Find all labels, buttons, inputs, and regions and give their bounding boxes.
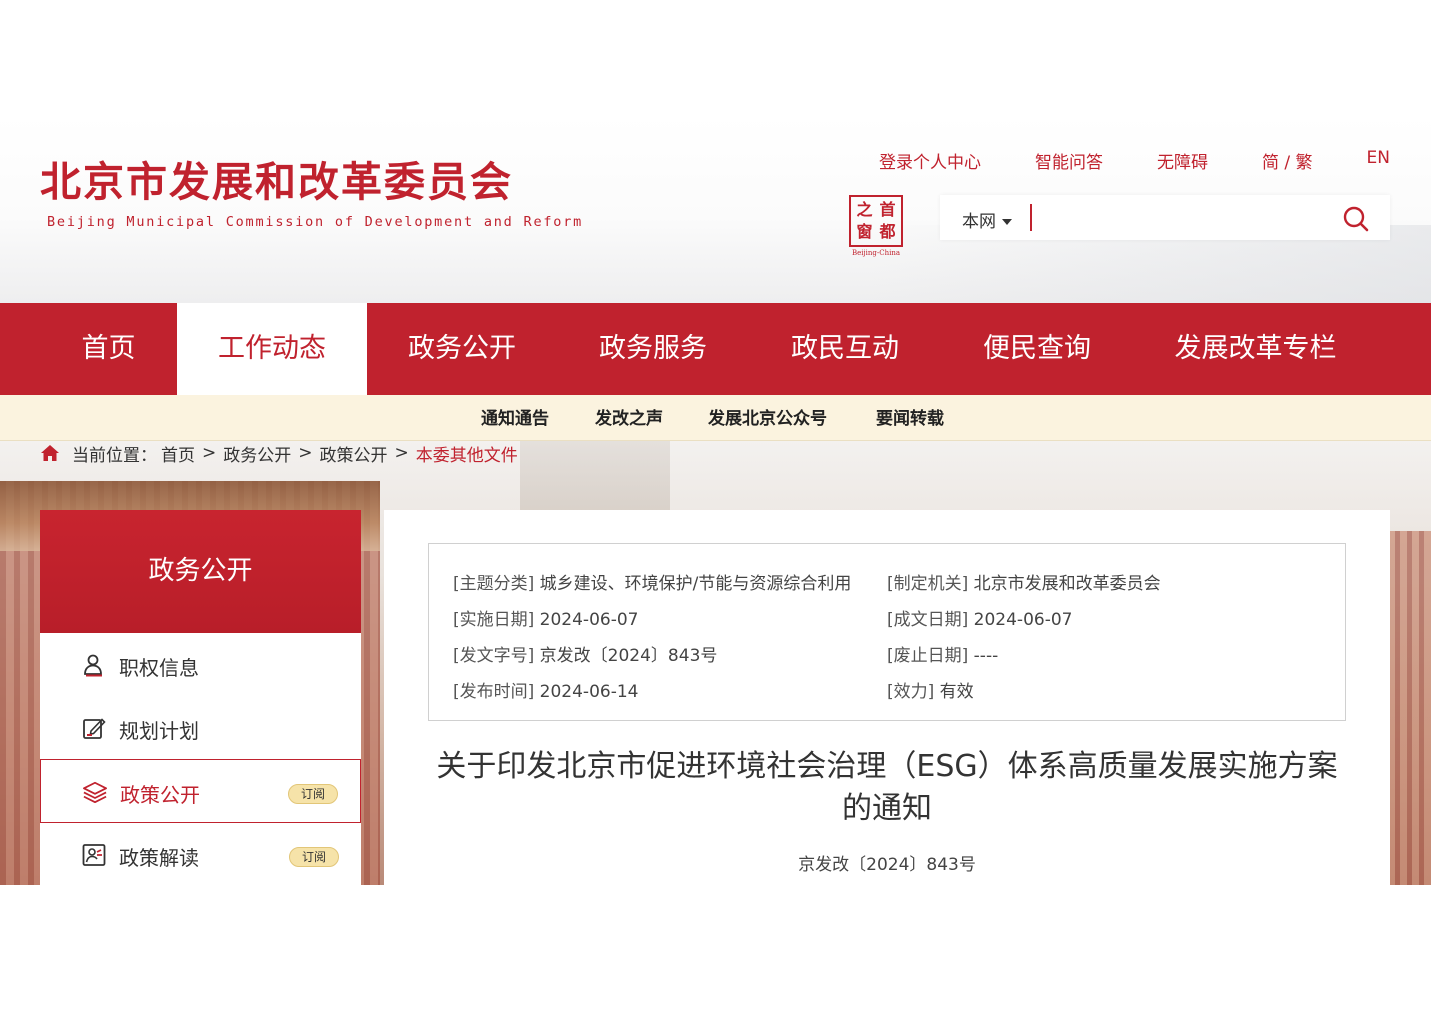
smart-qa-link[interactable]: 智能问答 [1035, 148, 1103, 173]
meta-effective-date: [实施日期] 2024-06-07 [453, 605, 638, 630]
sidebar-item-authority-info[interactable]: 职权信息 [40, 633, 361, 697]
document-meta-box: [主题分类] 城乡建设、环境保护/节能与资源综合利用 [制定机关] 北京市发展和… [428, 543, 1346, 721]
layers-icon [83, 781, 107, 804]
breadcrumb-separator: > [202, 443, 217, 463]
search-icon [1343, 206, 1369, 232]
subnav-voice[interactable]: 发改之声 [595, 395, 663, 441]
meta-value: 2024-06-07 [973, 610, 1073, 630]
meta-key: [主题分类] [453, 574, 535, 594]
nav-reform-column[interactable]: 发展改革专栏 [1133, 303, 1378, 395]
subnav-news-repost[interactable]: 要闻转载 [876, 395, 944, 441]
meta-key: [废止日期] [887, 646, 969, 666]
meta-value: 城乡建设、环境保护/节能与资源综合利用 [539, 574, 852, 594]
meta-value: 2024-06-14 [539, 682, 639, 702]
capital-window-logo[interactable]: 之 首 窗 都 Beijing-China [847, 193, 905, 259]
login-link[interactable]: 登录个人中心 [879, 148, 981, 173]
meta-value: 京发改〔2024〕843号 [539, 646, 718, 666]
search-scope-label: 本网 [962, 212, 996, 232]
meta-key: [制定机关] [887, 574, 969, 594]
breadcrumb-government-affairs[interactable]: 政务公开 [223, 441, 291, 466]
breadcrumb-separator: > [298, 443, 313, 463]
caret-down-icon [1002, 219, 1012, 225]
breadcrumb-policy-disclosure[interactable]: 政策公开 [320, 441, 388, 466]
search-box: 本网 [940, 195, 1390, 240]
breadcrumb-current[interactable]: 本委其他文件 [416, 441, 518, 466]
sidebar-item-label: 规划计划 [119, 719, 199, 743]
capital-seal: 之 首 窗 都 [849, 195, 903, 247]
english-link[interactable]: EN [1367, 148, 1390, 173]
sidebar-item-label: 政策公开 [120, 783, 200, 807]
site-title[interactable]: 北京市发展和改革委员会 [40, 148, 513, 208]
home-icon[interactable] [40, 444, 60, 462]
sidebar: 政务公开 职权信息 规划计划 政策公开 订阅 政策解读 订阅 [40, 510, 361, 885]
meta-key: [发文字号] [453, 646, 535, 666]
person-icon [84, 654, 102, 677]
subscribe-badge[interactable]: 订阅 [289, 847, 339, 867]
document-title: 关于印发北京市促进环境社会治理（ESG）体系高质量发展实施方案的通知 [436, 749, 1338, 826]
meta-key: [效力] [887, 682, 935, 702]
meta-value: 2024-06-07 [539, 610, 639, 630]
nav-convenience-query[interactable]: 便民查询 [941, 303, 1133, 395]
meta-publish-time: [发布时间] 2024-06-14 [453, 677, 638, 702]
search-input[interactable] [1030, 204, 1320, 231]
meta-written-date: [成文日期] 2024-06-07 [887, 605, 1072, 630]
nav-government-services[interactable]: 政务服务 [557, 303, 749, 395]
search-button[interactable] [1342, 205, 1370, 233]
meta-validity: [效力] 有效 [887, 677, 974, 702]
sidebar-item-policy-disclosure[interactable]: 政策公开 订阅 [40, 759, 361, 823]
sidebar-heading: 政务公开 [40, 510, 361, 633]
nav-government-affairs-disclosure[interactable]: 政务公开 [367, 303, 557, 395]
seal-char: 之 [856, 200, 873, 219]
meta-expiry-date: [废止日期] ---- [887, 641, 998, 666]
breadcrumb: 当前位置： 首页 > 政务公开 > 政策公开 > 本委其他文件 [40, 441, 518, 466]
breadcrumb-home[interactable]: 首页 [161, 441, 195, 466]
capital-logo-caption: Beijing-China [851, 249, 901, 257]
document-number: 京发改〔2024〕843号 [798, 855, 976, 875]
nav-public-interaction[interactable]: 政民互动 [749, 303, 941, 395]
breadcrumb-separator: > [394, 443, 409, 463]
meta-key: [实施日期] [453, 610, 535, 630]
sidebar-item-policy-interpretation[interactable]: 政策解读 订阅 [40, 823, 361, 887]
nav-home[interactable]: 首页 [40, 303, 177, 395]
document-panel: [主题分类] 城乡建设、环境保护/节能与资源综合利用 [制定机关] 北京市发展和… [384, 510, 1390, 885]
meta-value: ---- [973, 646, 999, 666]
meta-key: [发布时间] [453, 682, 535, 702]
top-links: 登录个人中心 智能问答 无障碍 简 / 繁 EN [879, 148, 1390, 173]
accessibility-link[interactable]: 无障碍 [1157, 148, 1208, 173]
search-scope-dropdown[interactable]: 本网 [962, 207, 1012, 232]
meta-doc-number: [发文字号] 京发改〔2024〕843号 [453, 641, 717, 666]
subnav-notices[interactable]: 通知通告 [481, 395, 549, 441]
sub-nav: 通知通告 发改之声 发展北京公众号 要闻转载 [0, 395, 1431, 441]
sidebar-item-label: 政策解读 [119, 846, 199, 870]
sidebar-item-label: 职权信息 [119, 656, 199, 680]
seal-char: 首 [879, 200, 896, 219]
main-nav: 首页 工作动态 政务公开 政务服务 政民互动 便民查询 发展改革专栏 [0, 303, 1431, 395]
page: 北京市发展和改革委员会 Beijing Municipal Commission… [0, 0, 1431, 1027]
meta-issuer: [制定机关] 北京市发展和改革委员会 [887, 569, 1161, 594]
simplified-traditional-link[interactable]: 简 / 繁 [1262, 148, 1313, 173]
meta-topic: [主题分类] 城乡建设、环境保护/节能与资源综合利用 [453, 569, 851, 594]
reading-person-icon [82, 844, 106, 866]
seal-char: 都 [879, 222, 896, 241]
seal-char: 窗 [856, 222, 873, 241]
sidebar-item-planning[interactable]: 规划计划 [40, 696, 361, 760]
meta-key: [成文日期] [887, 610, 969, 630]
edit-document-icon [83, 718, 106, 739]
meta-value: 有效 [939, 682, 974, 702]
breadcrumb-label: 当前位置： [72, 445, 157, 466]
subscribe-badge[interactable]: 订阅 [288, 784, 338, 804]
site-subtitle: Beijing Municipal Commission of Developm… [47, 214, 584, 230]
nav-work-news[interactable]: 工作动态 [177, 303, 367, 395]
subnav-official-account[interactable]: 发展北京公众号 [708, 395, 827, 441]
site-header: 北京市发展和改革委员会 Beijing Municipal Commission… [0, 115, 1431, 303]
meta-value: 北京市发展和改革委员会 [973, 574, 1161, 594]
